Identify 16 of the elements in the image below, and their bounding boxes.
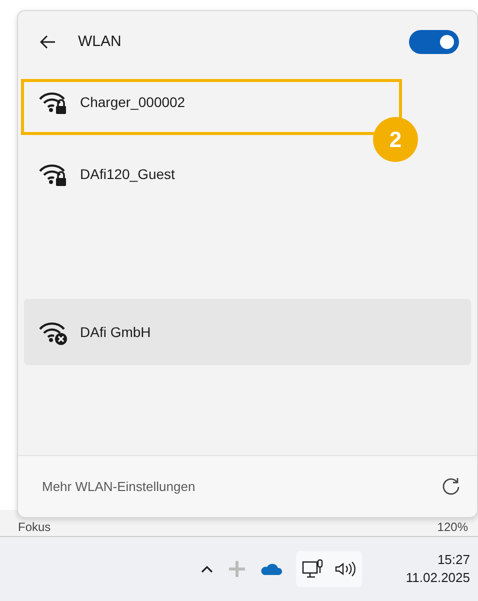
clock-date: 11.02.2025	[406, 569, 470, 587]
flyout-title: WLAN	[78, 32, 122, 52]
settings-link[interactable]: Mehr WLAN-Einstellungen	[42, 476, 196, 496]
zoom-level: 120%	[437, 519, 468, 536]
wifi-toggle[interactable]	[409, 30, 459, 54]
taskbar-clock[interactable]: 15:27 11.02.2025	[406, 551, 470, 587]
refresh-icon[interactable]	[441, 476, 461, 496]
step-badge: 2	[373, 117, 418, 162]
clock-time: 15:27	[436, 551, 470, 569]
chevron-up-icon[interactable]	[200, 564, 214, 574]
network-item[interactable]: DAfi GmbH	[24, 299, 471, 365]
back-arrow-icon[interactable]	[40, 35, 56, 49]
monitor-icon[interactable]	[302, 559, 324, 579]
focus-label[interactable]: Fokus	[18, 518, 51, 536]
cloud-icon[interactable]	[260, 562, 282, 576]
speaker-icon[interactable]	[334, 561, 356, 577]
